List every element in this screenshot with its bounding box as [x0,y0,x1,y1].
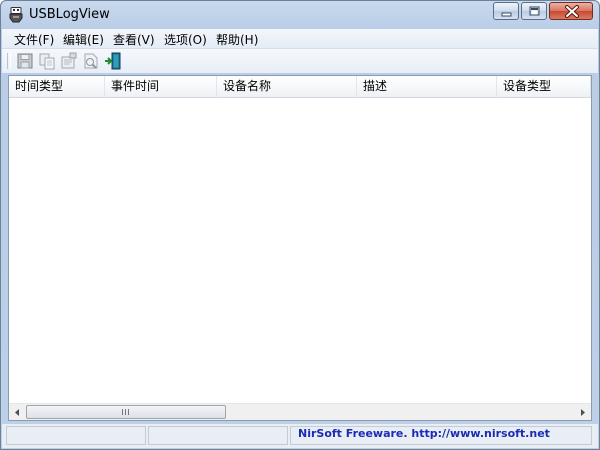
menu-help[interactable]: 帮助(H) [216,31,258,48]
close-button[interactable] [549,2,593,20]
usb-log-list[interactable]: 时间类型 事件时间 设备名称 描述 设备类型 [8,75,592,421]
minimize-button[interactable] [493,2,519,20]
save-icon [17,53,33,69]
save-button[interactable] [16,52,34,70]
column-header-device-type[interactable]: 设备类型 [497,76,591,97]
menu-options[interactable]: 选项(O) [164,31,207,48]
status-panel-2 [148,426,288,445]
toolbar-grip [7,53,11,69]
close-icon [565,5,579,18]
scroll-right-button[interactable] [574,404,591,420]
minimize-icon [501,12,512,17]
scrollbar-thumb[interactable] [26,405,226,419]
nirsoft-link[interactable]: NirSoft Freeware. http://www.nirsoft.net [298,427,550,440]
column-header-device-name[interactable]: 设备名称 [217,76,357,97]
column-header-event-time[interactable]: 事件时间 [105,76,217,97]
html-report-button[interactable] [82,52,100,70]
scroll-left-button[interactable] [9,404,26,420]
html-report-icon [84,53,98,69]
copy-button[interactable] [38,52,56,70]
app-window: USBLogView 文件(F) 编辑(E) 查看(V) 选项(O) 帮助(H)… [0,0,600,450]
properties-button[interactable] [60,52,78,70]
title-bar[interactable]: USBLogView [1,1,599,29]
window-title: USBLogView [29,7,110,22]
status-bar: NirSoft Freeware. http://www.nirsoft.net [2,424,598,448]
menu-view[interactable]: 查看(V) [113,31,155,48]
copy-icon [39,53,55,70]
scroll-left-icon [15,409,19,416]
maximize-button[interactable] [521,2,547,20]
toolbar [2,49,598,73]
list-header: 时间类型 事件时间 设备名称 描述 设备类型 [9,76,591,98]
status-panel-1 [6,426,146,445]
menu-edit[interactable]: 编辑(E) [63,31,104,48]
horizontal-scrollbar[interactable] [9,403,591,420]
menu-bar: 文件(F) 编辑(E) 查看(V) 选项(O) 帮助(H) [2,29,598,49]
caption-buttons [491,2,593,20]
maximize-icon [529,6,540,16]
menu-file[interactable]: 文件(F) [14,31,54,48]
column-header-time-type[interactable]: 时间类型 [9,76,105,97]
column-header-description[interactable]: 描述 [357,76,497,97]
scrollbar-grip [122,409,130,415]
properties-icon [61,52,77,69]
exit-icon [105,52,121,70]
list-body[interactable] [9,98,591,403]
exit-button[interactable] [104,52,122,70]
usb-plug-icon [9,7,23,23]
scroll-right-icon [581,409,585,416]
